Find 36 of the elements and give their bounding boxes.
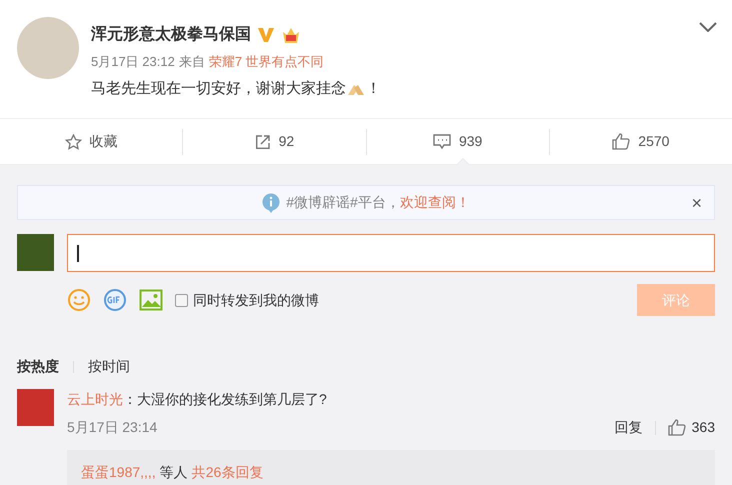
action-repost-button[interactable]: 92 xyxy=(183,119,366,164)
image-icon[interactable] xyxy=(139,289,163,311)
post-text: 马老先生现在一切安好，谢谢大家挂念 xyxy=(91,78,346,98)
thumbs-up-icon xyxy=(668,419,686,436)
post-text-end: ！ xyxy=(366,78,381,98)
comment-text: ：大湿你的接化发练到第几层了? xyxy=(123,390,327,409)
close-button[interactable]: × xyxy=(691,194,702,212)
like-button[interactable]: 363 xyxy=(668,417,715,438)
action-comment-button[interactable]: 939 xyxy=(366,119,549,164)
post-time[interactable]: 5月17日 23:12 xyxy=(91,52,175,72)
action-favorite-button[interactable]: 收藏 xyxy=(0,119,182,164)
repost-checkbox[interactable] xyxy=(175,294,188,306)
share-icon xyxy=(254,134,271,150)
chevron-down-icon[interactable] xyxy=(699,22,717,32)
sort-tab[interactable]: 按热度 xyxy=(17,356,59,377)
source-label: 来自 xyxy=(178,53,205,71)
smiley-icon[interactable] xyxy=(67,288,91,312)
sort-tab[interactable]: 按时间 xyxy=(88,356,130,377)
reply-others: 等人 xyxy=(160,462,188,482)
notice-text: #微博辟谣#平台， xyxy=(286,193,400,212)
comment-input-field[interactable] xyxy=(67,234,715,272)
crown-icon xyxy=(281,26,301,44)
v-badge-icon xyxy=(257,27,275,43)
star-icon xyxy=(64,134,82,150)
gif-icon[interactable] xyxy=(103,288,127,312)
comment-time: 5月17日 23:14 xyxy=(67,418,158,437)
text-cursor xyxy=(77,244,79,262)
user-avatar-placeholder xyxy=(17,234,54,271)
info-icon xyxy=(262,192,280,212)
author-name[interactable]: 浑元形意太极拳马保国 xyxy=(91,23,251,47)
reply-button[interactable]: 回复 xyxy=(614,417,643,438)
action-like-button[interactable]: 2570 xyxy=(550,119,732,164)
repost-label: 同时转发到我的微博 xyxy=(193,290,319,310)
comment-icon xyxy=(432,134,451,150)
commenter-avatar-placeholder xyxy=(17,389,54,426)
thumbs-up-icon xyxy=(612,133,630,150)
